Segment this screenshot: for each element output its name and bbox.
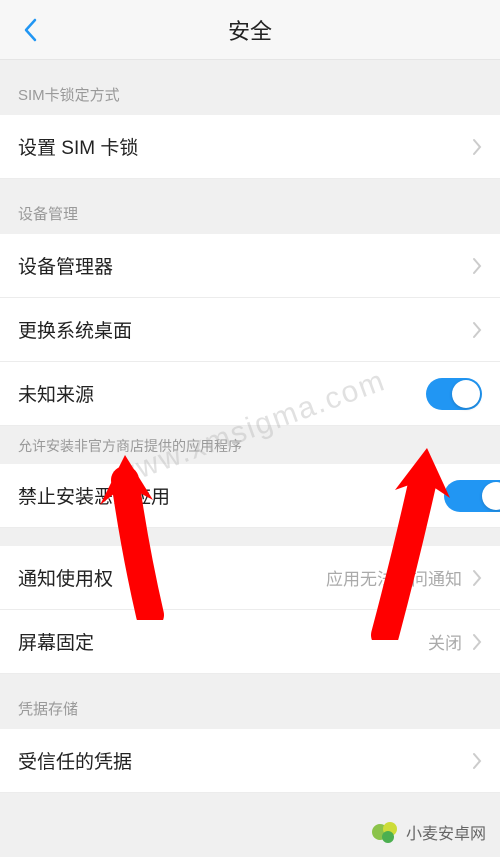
row-device-admin[interactable]: 设备管理器 — [0, 234, 500, 298]
watermark-bottom: 小麦安卓网 — [370, 817, 486, 847]
row-label: 设置 SIM 卡锁 — [18, 133, 472, 160]
section-header-device: 设备管理 — [0, 179, 500, 234]
row-trusted-credentials[interactable]: 受信任的凭据 — [0, 729, 500, 793]
chevron-right-icon — [472, 257, 482, 275]
row-label: 更换系统桌面 — [18, 316, 472, 343]
watermark-text: 小麦安卓网 — [406, 820, 486, 844]
toggle-unknown-sources[interactable] — [426, 378, 482, 410]
chevron-left-icon — [23, 18, 37, 42]
row-value: 应用无法访问通知 — [326, 565, 462, 590]
header: 安全 — [0, 0, 500, 60]
row-value: 关闭 — [428, 629, 462, 654]
row-label: 受信任的凭据 — [18, 747, 472, 774]
row-block-malicious[interactable]: 禁止安装恶意应用 — [0, 464, 500, 528]
hint-unknown-sources: 允许安装非官方商店提供的应用程序 — [0, 426, 500, 464]
back-button[interactable] — [18, 18, 42, 42]
row-notification-access[interactable]: 通知使用权 应用无法访问通知 — [0, 546, 500, 610]
row-label: 通知使用权 — [18, 564, 326, 591]
row-screen-pinning[interactable]: 屏幕固定 关闭 — [0, 610, 500, 674]
chevron-right-icon — [472, 138, 482, 156]
row-label: 设备管理器 — [18, 252, 472, 279]
row-set-sim-lock[interactable]: 设置 SIM 卡锁 — [0, 115, 500, 179]
chevron-right-icon — [472, 569, 482, 587]
section-header-sim: SIM卡锁定方式 — [0, 60, 500, 115]
toggle-block-malicious[interactable] — [444, 480, 500, 512]
row-change-launcher[interactable]: 更换系统桌面 — [0, 298, 500, 362]
section-header-credentials: 凭据存储 — [0, 674, 500, 729]
row-unknown-sources[interactable]: 未知来源 — [0, 362, 500, 426]
row-label: 屏幕固定 — [18, 628, 428, 655]
logo-icon — [370, 817, 400, 847]
chevron-right-icon — [472, 633, 482, 651]
chevron-right-icon — [472, 752, 482, 770]
row-label: 禁止安装恶意应用 — [18, 482, 444, 509]
row-label: 未知来源 — [18, 380, 426, 407]
chevron-right-icon — [472, 321, 482, 339]
page-title: 安全 — [0, 14, 500, 46]
